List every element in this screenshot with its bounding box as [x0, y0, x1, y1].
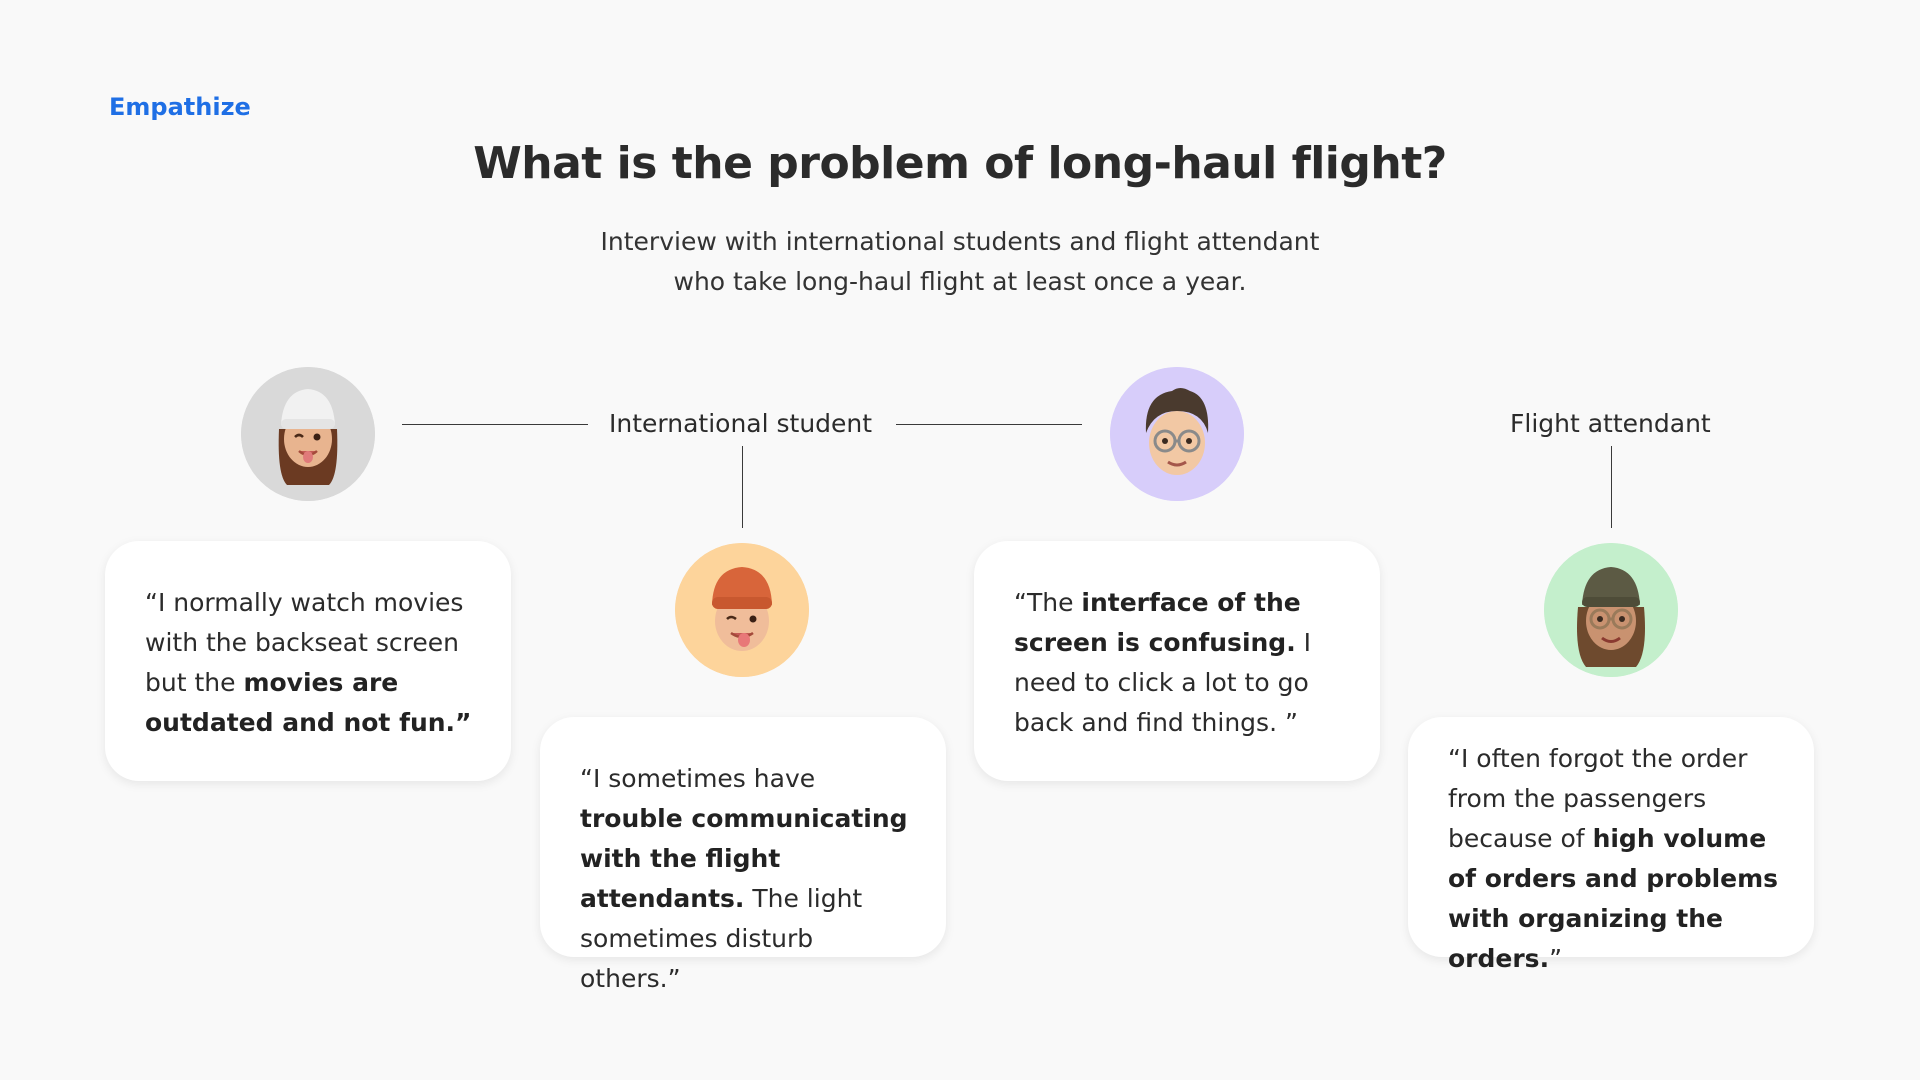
page-title: What is the problem of long-haul flight?: [473, 138, 1447, 189]
subtitle-line-1: Interview with international students an…: [600, 227, 1320, 256]
quote-3-text-start: “The: [1014, 588, 1082, 617]
memoji-girl-beanie-wink-icon: [241, 367, 375, 501]
quote-card-2: “I sometimes have trouble communicating …: [540, 717, 946, 993]
quote-card-1: “I normally watch movies with the backse…: [105, 541, 511, 781]
memoji-boy-glasses-icon: [1110, 367, 1244, 501]
quote-2-text-start: “I sometimes have: [580, 764, 816, 793]
role-label-international-student: International student: [609, 409, 873, 438]
role-label-flight-attendant: Flight attendant: [1510, 409, 1711, 438]
connector-line-left: [402, 424, 588, 425]
quote-4-text-end: ”: [1549, 944, 1563, 973]
subtitle-line-2: who take long-haul flight at least once …: [673, 267, 1247, 296]
memoji-boy-orange-beanie-tongue-icon: [675, 543, 809, 677]
eyebrow-label: Empathize: [109, 93, 251, 121]
quote-card-4: “I often forgot the order from the passe…: [1408, 717, 1814, 973]
connector-line-attendant-down: [1611, 446, 1612, 528]
subtitle: Interview with international students an…: [460, 222, 1460, 302]
quote-card-3: “The interface of the screen is confusin…: [974, 541, 1380, 781]
connector-line-student-down: [742, 446, 743, 528]
connector-line-right: [896, 424, 1082, 425]
memoji-woman-hat-glasses-icon: [1544, 543, 1678, 677]
